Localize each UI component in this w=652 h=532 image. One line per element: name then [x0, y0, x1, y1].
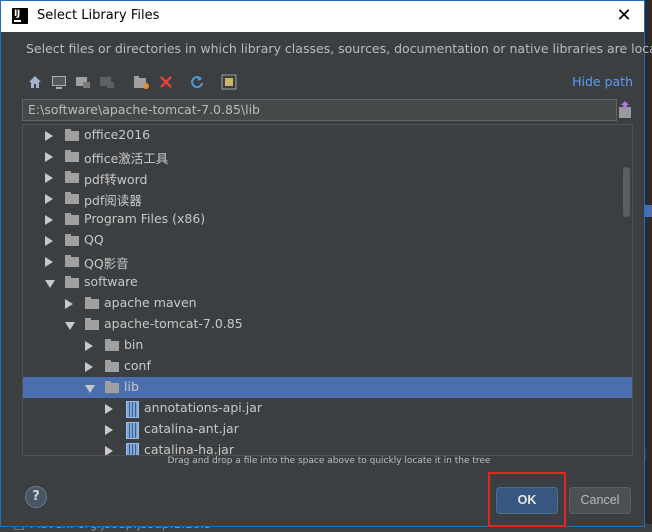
folder-icon	[105, 360, 119, 372]
tree-row-folder[interactable]: Program Files (x86)	[23, 209, 632, 230]
tree-row-folder[interactable]: pdf转word	[23, 167, 632, 188]
expand-arrow-icon[interactable]	[45, 215, 53, 225]
tree-row-jar[interactable]: catalina-ha.jar	[23, 440, 632, 456]
dialog-title: Select Library Files	[37, 8, 160, 23]
hide-path-link[interactable]: Hide path	[572, 74, 633, 89]
tree-row-folder[interactable]: bin	[23, 335, 632, 356]
ok-button[interactable]: OK	[496, 487, 558, 514]
refresh-icon[interactable]	[188, 73, 206, 91]
tree-row-label: office激活工具	[84, 151, 169, 166]
expand-arrow-icon[interactable]	[85, 362, 93, 372]
expand-arrow-icon[interactable]	[105, 425, 113, 435]
expand-arrow-icon[interactable]	[45, 131, 53, 141]
tree-row-label: office2016	[84, 127, 151, 142]
tree-row-label: QQ	[84, 232, 104, 247]
jar-file-icon	[126, 443, 139, 455]
tree-row-folder[interactable]: QQ影音	[23, 251, 632, 272]
expand-arrow-icon[interactable]	[105, 446, 113, 455]
tree-row-folder[interactable]: conf	[23, 356, 632, 377]
collapse-arrow-icon[interactable]	[65, 322, 75, 330]
tree-row-label: annotations-api.jar	[144, 400, 262, 415]
tree-row-folder[interactable]: apache-tomcat-7.0.85	[23, 314, 632, 335]
tree-row-folder[interactable]: apache maven	[23, 293, 632, 314]
folder-icon	[65, 255, 79, 267]
dialog-titlebar[interactable]: IJ Select Library Files ✕	[1, 1, 644, 32]
tree-row-folder[interactable]: pdf阅读器	[23, 188, 632, 209]
expand-arrow-icon[interactable]	[85, 341, 93, 351]
tree-scrollbar[interactable]	[623, 167, 630, 217]
expand-arrow-icon[interactable]	[45, 152, 53, 162]
expand-arrow-icon[interactable]	[45, 173, 53, 183]
tree-row-folder[interactable]: lib	[23, 377, 632, 398]
folder-icon	[85, 318, 99, 330]
collapse-arrow-icon[interactable]	[85, 385, 95, 393]
tree-row-label: catalina-ha.jar	[144, 442, 234, 456]
expand-arrow-icon[interactable]	[45, 194, 53, 204]
tree-row-folder[interactable]: office激活工具	[23, 146, 632, 167]
drag-drop-hint: Drag and drop a file into the space abov…	[1, 456, 652, 466]
tree-row-label: catalina-ant.jar	[144, 421, 239, 436]
folder-icon	[65, 276, 79, 288]
ide-background-selection	[645, 205, 652, 217]
help-button[interactable]: ?	[25, 486, 47, 508]
drag-drop-hint-text: Drag and drop a file into the space abov…	[167, 456, 491, 466]
module-icon[interactable]	[98, 73, 116, 91]
folder-icon	[65, 234, 79, 246]
expand-arrow-icon[interactable]	[105, 404, 113, 414]
tree-row-label: apache-tomcat-7.0.85	[104, 316, 243, 331]
folder-icon	[105, 381, 119, 393]
folder-icon	[65, 192, 79, 204]
tree-row-folder[interactable]: QQ	[23, 230, 632, 251]
intellij-logo-icon: IJ	[12, 8, 28, 24]
history-dropdown-icon[interactable]	[618, 101, 632, 119]
tree-row-label: conf	[124, 358, 151, 373]
show-hidden-icon[interactable]	[220, 73, 238, 91]
expand-arrow-icon[interactable]	[65, 299, 73, 309]
tree-row-jar[interactable]: catalina-ant.jar	[23, 419, 632, 440]
folder-icon	[65, 129, 79, 141]
cancel-button[interactable]: Cancel	[569, 487, 631, 514]
folder-icon	[105, 339, 119, 351]
tree-row-label: pdf阅读器	[84, 193, 142, 208]
tree-row-label: QQ影音	[84, 256, 129, 271]
desktop-icon[interactable]	[50, 73, 68, 91]
close-button[interactable]: ✕	[614, 5, 634, 27]
tree-row-label: pdf转word	[84, 172, 148, 187]
folder-icon	[65, 150, 79, 162]
delete-icon[interactable]	[157, 73, 175, 91]
tree-row-jar[interactable]: annotations-api.jar	[23, 398, 632, 419]
home-icon[interactable]	[26, 73, 44, 91]
new-folder-icon[interactable]	[132, 73, 150, 91]
tree-row-label: bin	[124, 337, 144, 352]
tree-row-label: Program Files (x86)	[84, 211, 206, 226]
folder-icon	[65, 171, 79, 183]
file-tree[interactable]: office2016 office激活工具 pdf转word pdf阅读器 Progra…	[22, 124, 633, 456]
tree-row-label: lib	[124, 379, 139, 394]
dialog-description: Select files or directories in which lib…	[26, 41, 652, 56]
tree-row-folder[interactable]: office2016	[23, 125, 632, 146]
project-icon[interactable]	[74, 73, 92, 91]
expand-arrow-icon[interactable]	[45, 257, 53, 267]
file-chooser-toolbar: Hide path	[23, 71, 633, 93]
tree-row-label: apache maven	[104, 295, 197, 310]
collapse-arrow-icon[interactable]	[45, 280, 55, 288]
jar-file-icon	[126, 401, 139, 418]
folder-icon	[65, 213, 79, 225]
tree-row-label: software	[84, 274, 138, 289]
path-input[interactable]: E:\software\apache-tomcat-7.0.85\lib	[22, 99, 617, 121]
select-library-files-dialog: IJ Select Library Files ✕ Select files o…	[0, 0, 652, 527]
expand-arrow-icon[interactable]	[45, 236, 53, 246]
jar-file-icon	[126, 422, 139, 439]
folder-icon	[85, 297, 99, 309]
tree-row-folder[interactable]: software	[23, 272, 632, 293]
